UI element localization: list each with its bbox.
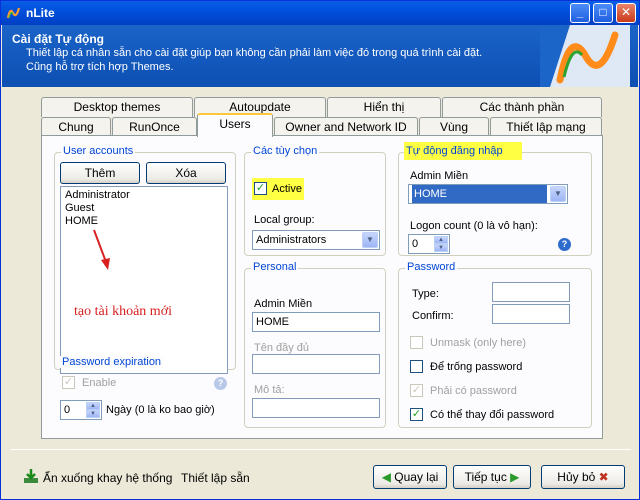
description-field[interactable]: [252, 398, 380, 418]
spin-up-icon[interactable]: ▲: [86, 402, 100, 410]
can-change-password-checkbox[interactable]: ✓: [410, 408, 423, 421]
user-list-item[interactable]: Guest: [65, 202, 223, 215]
expiration-days-spinner[interactable]: 0 ▲ ▼: [60, 400, 102, 420]
nlite-window: nLite _ □ ✕ Cài đặt Tự động Thiết lập cá…: [0, 0, 640, 500]
autologon-admin-label: Admin Miền: [410, 170, 469, 182]
username-field[interactable]: HOME: [252, 312, 380, 332]
enable-label: Enable: [82, 377, 117, 389]
back-arrow-icon: ◀: [381, 470, 391, 484]
page-header: Cài đặt Tự động Thiết lập cá nhân sẵn ch…: [2, 25, 638, 87]
chevron-down-icon[interactable]: ▼: [362, 232, 378, 248]
footer-divider: [11, 449, 631, 450]
nlite-header-logo-icon: [540, 25, 630, 87]
close-button[interactable]: ✕: [616, 3, 636, 23]
autologon-label: Tự động đăng nhập: [406, 145, 503, 157]
next-button[interactable]: Tiếp tục ▶: [453, 465, 531, 489]
autologon-user-value: HOME: [412, 185, 547, 203]
user-list[interactable]: Administrator Guest HOME: [60, 186, 228, 374]
personal-label: Personal: [251, 261, 299, 273]
tab-users[interactable]: Users: [197, 113, 273, 137]
next-button-label: Tiếp tục: [464, 470, 507, 484]
page-description-2: Cũng hỗ trợ tích hợp Themes.: [26, 61, 174, 73]
spinner-buttons[interactable]: ▲ ▼: [434, 236, 448, 252]
help-icon[interactable]: ?: [558, 238, 571, 251]
delete-user-button[interactable]: Xóa: [146, 162, 226, 184]
description-label: Mô tả:: [254, 384, 285, 396]
password-confirm-label: Confirm:: [412, 310, 454, 322]
back-button-label: Quay lại: [394, 470, 439, 484]
tab-owner-network-id[interactable]: Owner and Network ID: [274, 117, 418, 137]
minimize-to-tray-link[interactable]: Ẩn xuống khay hệ thống: [43, 471, 172, 485]
tab-desktop-themes[interactable]: Desktop themes: [41, 97, 193, 117]
active-checkbox[interactable]: ✓: [254, 182, 267, 195]
password-confirm-field[interactable]: [492, 304, 570, 324]
cancel-button-label: Hủy bỏ: [557, 470, 596, 484]
tab-strip: Desktop themes Autoupdate Hiển thị Các t…: [1, 93, 640, 137]
password-expiration-label: Password expiration: [60, 356, 164, 368]
user-list-item[interactable]: Administrator: [65, 189, 223, 202]
spinner-buttons[interactable]: ▲ ▼: [86, 402, 100, 418]
add-user-button[interactable]: Thêm: [60, 162, 140, 184]
personal-admin-label: Admin Miền: [254, 298, 313, 310]
close-icon: ✕: [620, 5, 632, 19]
chevron-down-icon[interactable]: ▼: [550, 186, 566, 202]
blank-password-checkbox[interactable]: [410, 360, 423, 373]
page-title: Cài đặt Tự động: [12, 32, 105, 46]
presets-link[interactable]: Thiết lập sẵn: [181, 471, 250, 485]
expiration-days-value: 0: [64, 404, 71, 416]
window-title: nLite: [26, 6, 55, 20]
password-label: Password: [405, 261, 458, 273]
cancel-x-icon: ✖: [598, 470, 609, 484]
tab-runonce[interactable]: RunOnce: [112, 117, 197, 137]
require-password-label: Phải có password: [430, 385, 517, 397]
annotation-arrow-icon: [93, 229, 110, 270]
title-bar[interactable]: nLite _ □ ✕: [1, 1, 639, 25]
password-type-field[interactable]: [492, 282, 570, 302]
fullname-field[interactable]: [252, 354, 380, 374]
user-list-item[interactable]: HOME: [65, 215, 223, 228]
unmask-checkbox[interactable]: [410, 336, 423, 349]
maximize-button[interactable]: □: [593, 3, 613, 23]
local-group-value: Administrators: [256, 234, 327, 246]
annotation-text: tạo tài khoản mới: [74, 304, 172, 319]
local-group-label: Local group:: [254, 214, 315, 226]
tab-region[interactable]: Vùng: [419, 117, 489, 137]
unmask-label: Unmask (only here): [430, 337, 526, 349]
username-value: HOME: [256, 316, 289, 328]
active-label: Active: [272, 183, 302, 195]
password-type-label: Type:: [412, 288, 439, 300]
logon-count-value: 0: [412, 238, 419, 250]
minimize-button[interactable]: _: [570, 3, 590, 23]
next-arrow-icon: ▶: [510, 470, 520, 484]
autologon-user-dropdown[interactable]: HOME ▼: [408, 184, 568, 204]
logon-count-spinner[interactable]: 0 ▲ ▼: [408, 234, 450, 254]
spin-down-icon[interactable]: ▼: [434, 244, 448, 252]
blank-password-label: Để trống password: [430, 361, 523, 373]
page-description: Thiết lập cá nhân sẵn cho cài đặt giúp b…: [26, 47, 483, 59]
spin-down-icon[interactable]: ▼: [86, 410, 100, 418]
users-tab-panel: User accounts Thêm Xóa Administrator Gue…: [41, 135, 603, 439]
back-button[interactable]: ◀ Quay lại: [373, 465, 447, 489]
cancel-button[interactable]: Hủy bỏ ✖: [541, 465, 625, 489]
require-password-checkbox[interactable]: ✓: [410, 384, 423, 397]
tab-general[interactable]: Chung: [41, 117, 111, 137]
password-expiration-enable-checkbox[interactable]: ✓: [62, 376, 75, 389]
tab-network-settings[interactable]: Thiết lập mạng: [490, 117, 602, 137]
tray-download-icon[interactable]: [23, 468, 39, 484]
maximize-icon: □: [599, 5, 607, 19]
tab-components[interactable]: Các thành phần: [442, 97, 602, 117]
logon-count-label: Logon count (0 là vô hạn):: [410, 220, 538, 232]
days-label: Ngày (0 là ko bao giờ): [106, 404, 215, 416]
user-accounts-label: User accounts: [61, 145, 136, 157]
fullname-label: Tên đầy đủ: [254, 342, 310, 354]
nlite-logo-icon: [6, 7, 21, 19]
tab-display[interactable]: Hiển thị: [327, 97, 441, 117]
local-group-dropdown[interactable]: Administrators ▼: [252, 230, 380, 250]
help-icon[interactable]: ?: [214, 377, 227, 390]
spin-up-icon[interactable]: ▲: [434, 236, 448, 244]
options-label: Các tùy chọn: [251, 145, 320, 157]
can-change-password-label: Có thể thay đổi password: [430, 409, 555, 421]
minimize-icon: _: [576, 5, 584, 19]
